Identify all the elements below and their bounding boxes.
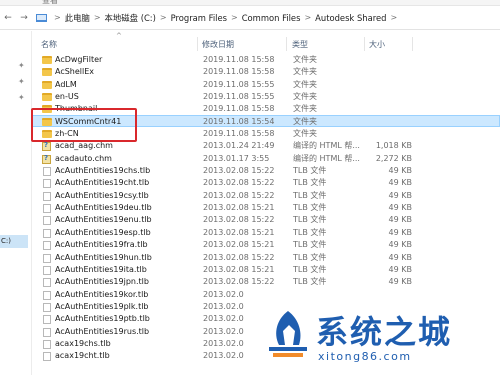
folder-icon <box>42 80 52 89</box>
pin-icon[interactable]: ✦ <box>18 61 25 70</box>
document-icon <box>43 228 51 238</box>
folder-row[interactable]: en-US 2019.11.08 15:55 文件夹 <box>32 90 500 102</box>
document-icon <box>43 216 51 226</box>
document-icon <box>43 241 51 251</box>
file-explorer-window: 查看 ← → > 此电脑 > 本地磁盘 (C:) > Program Files… <box>0 0 500 375</box>
file-row[interactable]: AcAuthEntities19chs.tlb 2013.02.08 15:22 T… <box>32 164 500 177</box>
document-icon <box>43 302 51 312</box>
document-icon <box>43 191 51 201</box>
pin-icon[interactable]: ✦ <box>18 77 25 86</box>
column-divider[interactable] <box>286 37 287 51</box>
document-icon <box>43 315 51 325</box>
document-icon <box>43 290 51 300</box>
back-arrow-icon[interactable]: ← <box>0 13 16 23</box>
folder-row[interactable]: AdLM 2019.11.08 15:55 文件夹 <box>32 78 500 90</box>
column-header-date[interactable]: 修改日期 <box>202 39 234 50</box>
column-header-name[interactable]: 名称 <box>41 39 57 50</box>
red-highlight-box <box>31 108 137 142</box>
breadcrumb-separator: > <box>390 13 398 22</box>
file-name: acax19cht.tlb <box>55 351 110 361</box>
nav-item-local-disk[interactable]: C:) <box>0 235 28 248</box>
address-bar[interactable]: ← → > 此电脑 > 本地磁盘 (C:) > Program Files > … <box>0 6 500 30</box>
file-row[interactable]: AcAuthEntities19csy.tlb 2013.02.08 15:22 T… <box>32 189 500 201</box>
city-logo-icon <box>269 311 307 357</box>
folder-icon <box>42 93 52 102</box>
document-icon <box>43 352 51 362</box>
computer-icon <box>36 13 47 22</box>
file-row[interactable]: AcAuthEntities19hun.tlb 2013.02.08 15:22 T… <box>32 251 500 263</box>
file-row[interactable]: AcAuthEntities19jpn.tlb 2013.02.08 15:22 T… <box>32 275 500 288</box>
watermark: 系统之城 xitong86.com <box>250 302 500 375</box>
document-icon <box>43 204 51 214</box>
file-row[interactable]: AcAuthEntities19esp.tlb 2013.02.08 15:21 T… <box>32 226 500 238</box>
file-row[interactable]: AcAuthEntities19deu.tlb 2013.02.08 15:21 T… <box>32 201 500 214</box>
breadcrumb-item-local-disk[interactable]: 本地磁盘 (C:) <box>102 12 159 24</box>
breadcrumb-item-common-files[interactable]: Common Files <box>239 13 304 23</box>
file-row[interactable]: AcAuthEntities19kor.tlb 2013.02.0 <box>32 288 500 300</box>
file-row[interactable]: AcAuthEntities19fra.tlb 2013.02.08 15:21 T… <box>32 238 500 251</box>
watermark-brand: 系统之城 <box>316 313 453 351</box>
breadcrumb-separator: > <box>304 13 312 22</box>
document-icon <box>43 327 51 337</box>
file-date: 2013.02.0 <box>203 351 244 361</box>
document-icon <box>43 278 51 288</box>
folder-row[interactable]: AcDwgFilter 2019.11.08 15:58 文件夹 <box>32 53 500 65</box>
breadcrumb-item-program-files[interactable]: Program Files <box>168 13 230 23</box>
navigation-pane: ✦ ✦ ✦ C:) <box>0 31 32 375</box>
folder-row[interactable]: AcShellEx 2019.11.08 15:58 文件夹 <box>32 65 500 77</box>
breadcrumb-item-this-pc[interactable]: 此电脑 <box>62 12 93 24</box>
file-row[interactable]: AcAuthEntities19enu.tlb 2013.02.08 15:22 T… <box>32 213 500 226</box>
breadcrumb-separator: > <box>159 13 167 22</box>
breadcrumb-item-autodesk-shared[interactable]: Autodesk Shared <box>312 13 389 23</box>
help-file-icon <box>42 139 51 152</box>
file-row[interactable]: AcAuthEntities19cht.tlb 2013.02.08 15:22 T… <box>32 176 500 189</box>
document-icon <box>43 179 51 189</box>
breadcrumb-separator: > <box>54 13 61 22</box>
breadcrumb-separator: > <box>230 13 238 22</box>
forward-arrow-icon[interactable]: → <box>16 13 32 23</box>
document-icon <box>43 265 51 275</box>
column-header-type[interactable]: 类型 <box>292 39 308 50</box>
help-file-icon <box>42 152 51 164</box>
document-icon <box>43 253 51 263</box>
column-divider[interactable] <box>412 37 413 51</box>
column-header-size[interactable]: 大小 <box>369 39 385 50</box>
folder-icon <box>42 56 52 64</box>
breadcrumb-separator: > <box>93 13 101 22</box>
document-icon <box>43 339 51 349</box>
column-divider[interactable] <box>364 37 365 51</box>
column-header-row: 名称 修改日期 类型 大小 <box>32 35 500 53</box>
watermark-url: xitong86.com <box>318 350 412 363</box>
pin-icon[interactable]: ✦ <box>18 93 25 102</box>
column-divider[interactable] <box>197 37 198 51</box>
folder-icon <box>42 68 52 77</box>
file-row[interactable]: AcAuthEntities19ita.tlb 2013.02.08 15:21 T… <box>32 263 500 275</box>
document-icon <box>43 167 51 177</box>
file-row[interactable]: acadauto.chm2013.01.17 3:55编译的 HTML 帮...… <box>32 152 500 164</box>
breadcrumb: > 此电脑 > 本地磁盘 (C:) > Program Files > Comm… <box>53 12 398 24</box>
